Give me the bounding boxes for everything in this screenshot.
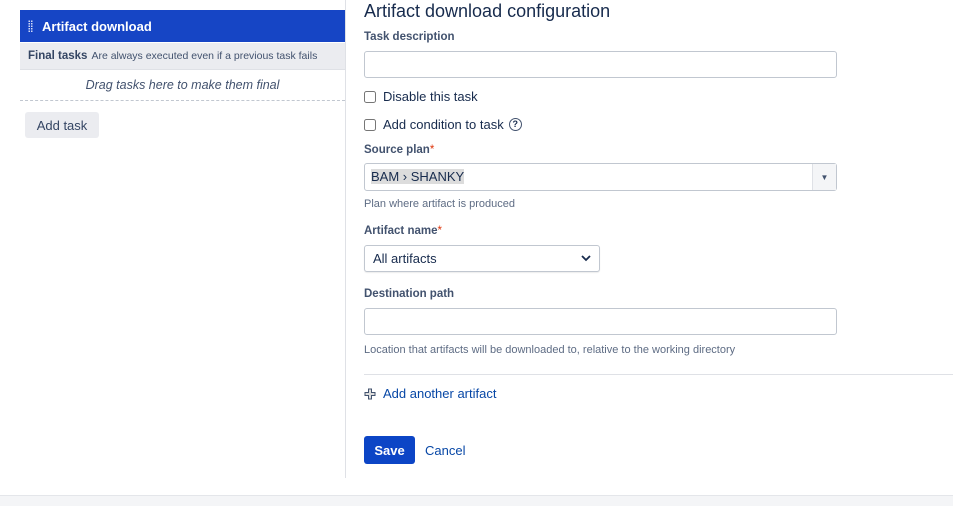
required-mark: * (437, 225, 442, 237)
required-mark: * (429, 144, 435, 156)
footer (0, 495, 953, 506)
add-task-button[interactable]: Add task (25, 112, 99, 138)
drag-handle-icon[interactable] (28, 20, 33, 32)
add-another-artifact-link[interactable]: Add another artifact (364, 386, 496, 401)
divider (345, 0, 346, 478)
task-item-artifact-download[interactable]: Artifact download (20, 10, 345, 42)
source-plan-help: Plan where artifact is produced (364, 198, 516, 210)
task-description-label: Task description (364, 31, 455, 43)
add-condition-checkbox[interactable]: Add condition to task? (364, 117, 522, 132)
caret-down-icon[interactable]: ▼ (812, 164, 836, 190)
chevron-down-icon (581, 255, 591, 262)
save-button[interactable]: Save (364, 436, 415, 464)
help-icon[interactable]: ? (508, 118, 522, 131)
add-condition-checkbox-input[interactable] (364, 118, 376, 131)
artifact-name-label: Artifact name* (364, 225, 442, 237)
final-tasks-header: Final tasks Are always executed even if … (20, 43, 345, 70)
disable-task-checkbox[interactable]: Disable this task (364, 89, 478, 104)
destination-path-input[interactable] (364, 308, 837, 335)
artifact-name-select[interactable]: All artifacts (364, 245, 600, 272)
disable-task-label: Disable this task (383, 89, 478, 104)
final-tasks-dropzone[interactable]: Drag tasks here to make them final (20, 70, 345, 101)
task-description-input[interactable] (364, 51, 837, 78)
source-plan-value: BAM › SHANKY (371, 169, 465, 184)
final-tasks-label: Final tasks (28, 50, 88, 62)
cancel-link[interactable]: Cancel (425, 443, 465, 458)
source-plan-select[interactable]: BAM › SHANKY ▼ (364, 163, 837, 191)
add-condition-label: Add condition to task (383, 117, 504, 132)
task-name: Artifact download (42, 18, 152, 34)
source-plan-label-text: Source plan (364, 144, 430, 156)
artifact-name-value: All artifacts (373, 251, 437, 266)
add-another-artifact-label: Add another artifact (383, 386, 497, 401)
page-title: Artifact download configuration (364, 1, 611, 21)
final-tasks-desc: Are always executed even if a previous t… (91, 50, 318, 62)
plus-icon (364, 388, 376, 399)
divider (364, 374, 953, 375)
disable-task-checkbox-input[interactable] (364, 90, 376, 103)
artifact-name-label-text: Artifact name (364, 225, 438, 237)
destination-path-label: Destination path (364, 288, 455, 300)
source-plan-label: Source plan* (364, 144, 434, 156)
destination-path-help: Location that artifacts will be download… (364, 344, 736, 356)
